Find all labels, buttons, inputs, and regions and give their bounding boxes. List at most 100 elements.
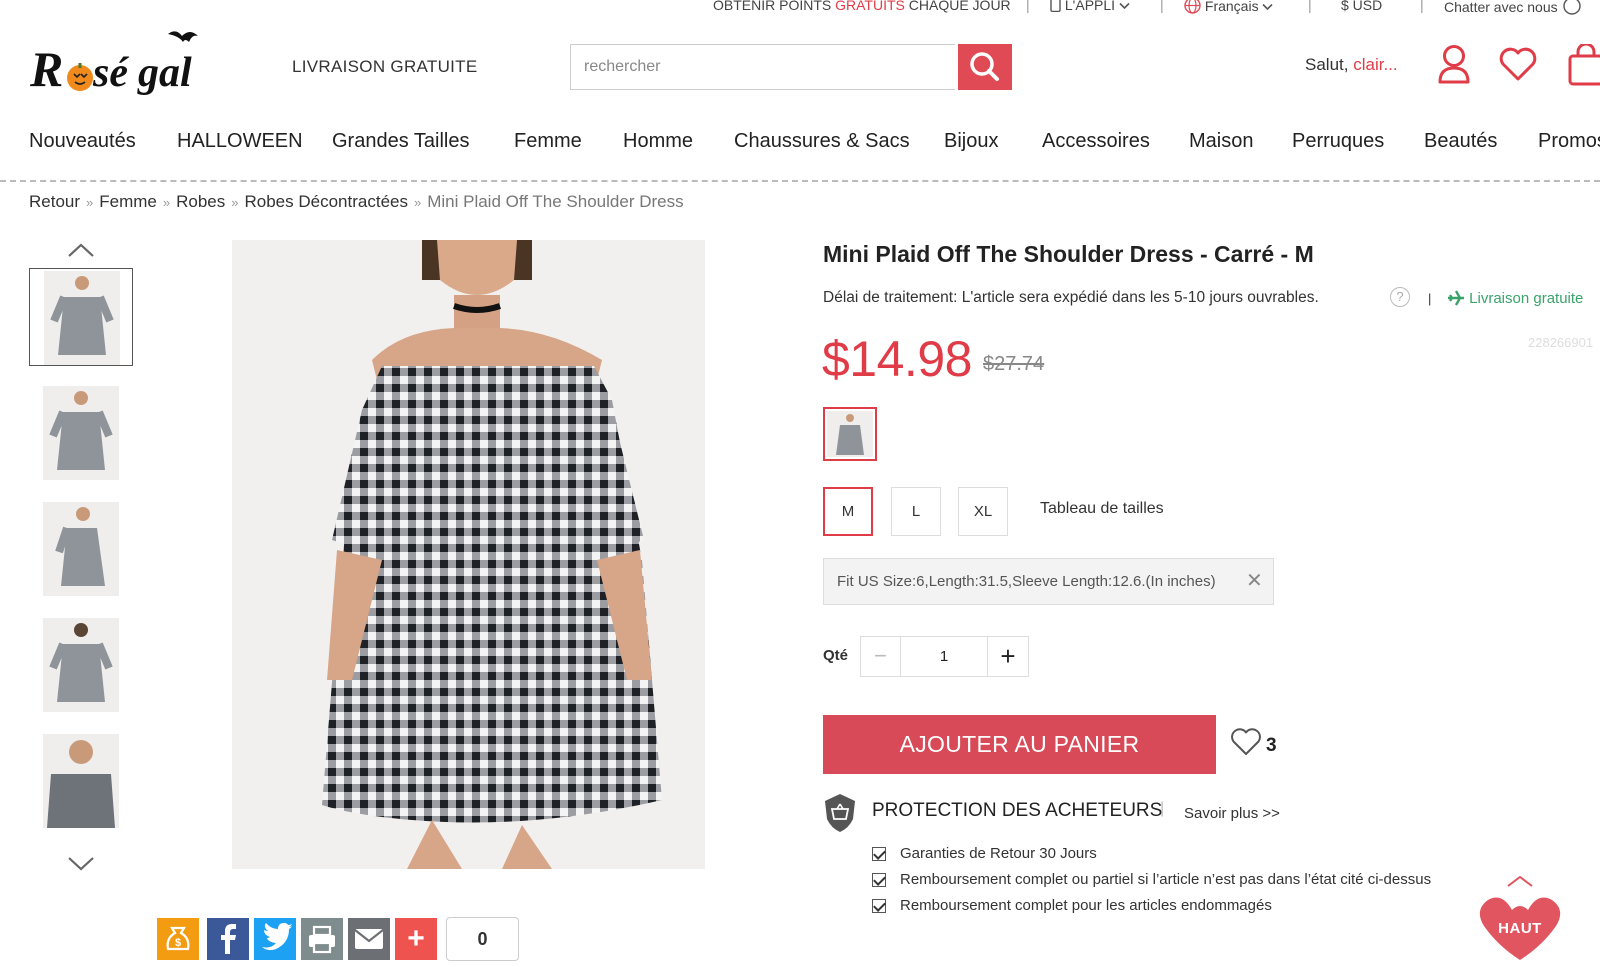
mail-icon [354,929,384,949]
logo-graphic: R sé gal [29,31,198,97]
nav-item-promos[interactable]: Promos [1538,130,1600,153]
breadcrumb-current: Mini Plaid Off The Shoulder Dress [427,192,684,211]
free-shipping-banner: LIVRAISON GRATUITE [292,57,478,76]
buyer-protection-title: PROTECTION DES ACHETEURS [872,800,1163,821]
divider: | [1160,0,1164,13]
twitter-icon [262,923,292,951]
language-menu[interactable]: Français [1184,0,1274,14]
search-button[interactable] [958,44,1012,90]
nav-item-femme[interactable]: Femme [514,130,582,153]
thumbnail-image [43,502,119,596]
thumbnail-down-arrow[interactable] [67,856,95,877]
back-to-top-button[interactable]: HAUT [1478,875,1562,967]
nav-item-maison[interactable]: Maison [1189,130,1253,153]
search-icon [970,52,999,81]
nav-item-accessoires[interactable]: Accessoires [1042,130,1150,153]
size-chart-link[interactable]: Tableau de tailles [1040,500,1164,518]
nav-item-homme[interactable]: Homme [623,130,693,153]
share-more-button[interactable]: + [395,918,437,960]
checkbox-icon [872,899,886,913]
breadcrumb-robes-decontractees[interactable]: Robes Décontractées [245,192,408,211]
share-points-button[interactable]: $ [157,918,199,960]
size-option-xl[interactable]: XL [958,487,1008,536]
quantity-label: Qté [823,647,849,664]
account-icon[interactable] [1437,44,1471,89]
currency-menu[interactable]: $ USD [1341,0,1382,13]
share-twitter-button[interactable] [254,918,296,960]
thumbnail-2[interactable] [29,384,133,482]
divider: | [1160,800,1165,817]
user-greeting[interactable]: Salut, clair... [1305,55,1398,75]
size-option-l[interactable]: L [891,487,941,536]
chevron-down-icon [68,857,94,871]
checkbox-icon [872,847,886,861]
fit-info-box: Fit US Size:6,Length:31.5,Sleeve Length:… [823,558,1274,605]
top-utility-bar: OBTENIR POINTS GRATUITS CHAQUE JOUR | L'… [0,0,1600,18]
thumbnail-up-arrow[interactable] [67,242,95,263]
chevron-up-icon [68,243,94,257]
processing-time: Délai de traitement: L'article sera expé… [823,289,1319,306]
thumbnail-4[interactable] [29,616,133,714]
facebook-icon [221,924,236,954]
nav-item-beautes[interactable]: Beautés [1424,130,1497,153]
thumbnail-5[interactable] [29,732,133,830]
nav-item-grandes-tailles[interactable]: Grandes Tailles [332,130,469,153]
share-email-button[interactable] [348,918,390,960]
product-sku: 228266901 [1528,335,1594,350]
quantity-decrement-button[interactable]: − [860,636,901,677]
product-title: Mini Plaid Off The Shoulder Dress - Carr… [823,241,1314,267]
thumbnail-image [43,386,119,480]
plane-icon [1448,290,1464,306]
help-icon[interactable]: ? [1390,287,1410,307]
chat-icon [1562,0,1581,15]
divider: | [1420,0,1424,13]
breadcrumb-femme[interactable]: Femme [99,192,157,211]
globe-icon [1184,0,1201,14]
sale-price: $14.98 [822,331,972,387]
nav-item-chaussures-sacs[interactable]: Chaussures & Sacs [734,130,910,153]
color-swatch-selected[interactable] [823,407,877,461]
nav-item-nouveautes[interactable]: Nouveautés [29,130,136,153]
favorite-heart-icon[interactable] [1230,728,1262,761]
original-price: $27.74 [983,353,1045,375]
nav-item-perruques[interactable]: Perruques [1292,130,1384,153]
quantity-input[interactable]: 1 [900,636,988,677]
learn-more-link[interactable]: Savoir plus >> [1184,805,1280,822]
back-to-top-label: HAUT [1498,920,1542,937]
thumbnail-1[interactable] [29,268,133,366]
main-navigation: Nouveautés HALLOWEEN Grandes Tailles Fem… [0,130,1600,176]
thumbnail-image [44,271,120,365]
money-bag-icon: $ [166,926,190,951]
phone-icon [1050,0,1061,13]
size-option-m[interactable]: M [823,487,873,536]
thumbnail-3[interactable] [29,500,133,598]
chat-link[interactable]: Chatter avec nous [1444,0,1582,15]
nav-item-bijoux[interactable]: Bijoux [944,130,998,153]
divider: | [1428,291,1432,306]
breadcrumb-back[interactable]: Retour [29,192,80,211]
search-input[interactable]: rechercher [570,44,955,90]
shopping-bag-icon[interactable] [1568,42,1600,91]
product-main-image[interactable] [232,240,705,869]
share-print-button[interactable] [301,918,343,960]
breadcrumb-robes[interactable]: Robes [176,192,225,211]
printer-icon [309,925,335,954]
free-shipping-link[interactable]: Livraison gratuite [1447,290,1583,307]
thumbnail-image [43,734,119,828]
nav-item-halloween[interactable]: HALLOWEEN [177,130,303,153]
app-menu[interactable]: L'APPLI [1050,0,1130,13]
svg-text:$: $ [175,937,181,949]
quantity-increment-button[interactable]: + [987,636,1029,677]
points-promo-link[interactable]: OBTENIR POINTS GRATUITS CHAQUE JOUR [713,0,1011,13]
share-facebook-button[interactable] [207,918,249,960]
rosegal-logo[interactable]: R sé gal [29,24,270,114]
divider: | [1026,0,1030,13]
close-icon[interactable]: ✕ [1246,568,1263,593]
share-count: 0 [446,917,519,961]
wishlist-heart-icon[interactable] [1498,46,1538,87]
divider: | [1308,0,1312,13]
swatch-image [827,411,873,457]
svg-text:R: R [30,41,63,97]
add-to-cart-button[interactable]: AJOUTER AU PANIER [823,715,1216,774]
svg-text:sé: sé [92,50,129,96]
